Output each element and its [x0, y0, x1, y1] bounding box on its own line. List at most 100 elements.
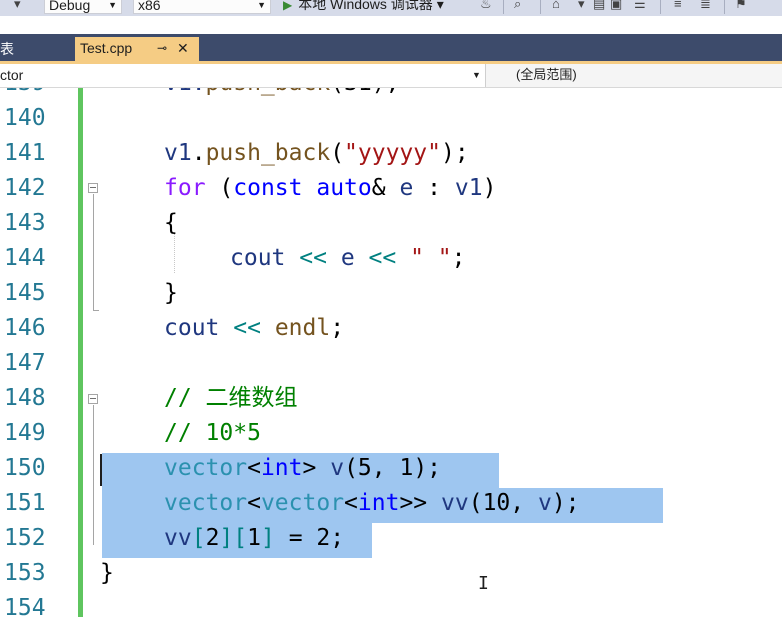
code-token: &	[371, 175, 400, 201]
hot-reload-icon[interactable]: ♨	[480, 0, 492, 11]
code-token: int	[260, 455, 303, 481]
line-number: 139	[4, 88, 52, 101]
toolbar-separator	[503, 0, 504, 14]
document-tab-strip: 表 Test.cpp ⊸ ✕	[0, 34, 782, 61]
line-number: 141	[4, 140, 46, 166]
code-line-142: for (const auto& e : v1)	[164, 171, 496, 206]
tab-label: Test.cpp	[80, 40, 133, 56]
mouse-cursor-ibeam: I	[478, 573, 489, 594]
code-line-141: v1.push_back("yyyyy");	[164, 136, 469, 171]
comment-out-icon[interactable]: ≡	[674, 0, 682, 11]
code-token: v	[330, 455, 345, 481]
toolbar-separator	[724, 0, 725, 14]
code-token: );	[372, 88, 400, 96]
code-token: (	[330, 140, 345, 166]
code-token: vector	[164, 490, 248, 516]
line-number: 154	[4, 595, 46, 617]
text-caret	[100, 454, 102, 486]
code-token: <<	[233, 315, 261, 341]
chevron-down-icon[interactable]: ▾	[578, 0, 585, 11]
tab-partial[interactable]: 表	[0, 37, 14, 61]
line-number: 146	[4, 315, 46, 341]
line-number: 153	[4, 560, 46, 586]
toolbar-separator	[660, 0, 661, 14]
code-token: (5, 1);	[344, 455, 442, 481]
code-token: vector	[260, 490, 345, 516]
collapse-icon[interactable]	[88, 183, 98, 193]
code-line-145: }	[164, 280, 178, 306]
code-token: ;	[451, 245, 466, 271]
platform-dropdown[interactable]: x86 ▼	[133, 0, 271, 14]
code-token: <	[344, 490, 358, 516]
member-dropdown[interactable]: (全局范围)	[516, 64, 577, 86]
code-token: >>	[399, 490, 428, 516]
scope-dropdown[interactable]: ctor ▼	[0, 64, 486, 87]
uncomment-icon[interactable]: ≣	[700, 0, 711, 11]
code-token: ;	[330, 315, 345, 341]
solution-config-value: Debug	[49, 0, 91, 13]
line-number: 149	[4, 420, 46, 446]
code-line-148: // 二维数组	[164, 385, 298, 411]
code-token: <<	[368, 245, 397, 271]
collapse-icon[interactable]	[88, 394, 98, 404]
pin-icon[interactable]: ⊸	[157, 37, 167, 60]
bookmark-icon[interactable]: ⚑	[735, 0, 747, 11]
scope-value: ctor	[0, 67, 24, 83]
code-editor[interactable]: 139 140 141 142 143 144 145 146 147 148 …	[0, 88, 782, 617]
chevron-down-icon[interactable]: ▾	[437, 0, 444, 12]
code-token: cout	[164, 315, 220, 341]
line-number: 150	[4, 455, 46, 481]
code-token: >	[302, 455, 317, 481]
code-token: 2	[205, 525, 220, 551]
save-all-icon[interactable]: ▣	[610, 0, 622, 11]
code-token: vv	[164, 525, 192, 551]
code-token: e	[399, 175, 414, 201]
code-line-152: vv[2][1] = 2;	[164, 521, 344, 556]
code-token: vector	[164, 455, 248, 481]
line-number: 151	[4, 490, 46, 516]
line-number: 147	[4, 350, 46, 376]
solution-config-dropdown[interactable]: Debug ▼	[44, 0, 122, 14]
toolbar: ▾ Debug ▼ x86 ▼ ▶ 本地 Windows 调试器 ▾ ♨ ⌕ ⌂ …	[0, 0, 782, 16]
tab-test-cpp[interactable]: Test.cpp ⊸ ✕	[75, 37, 199, 61]
code-token: " "	[410, 245, 452, 271]
close-icon[interactable]: ✕	[177, 37, 189, 60]
dropdown-arrow-icon[interactable]: ▾	[14, 0, 21, 11]
code-token: push_back	[206, 88, 331, 96]
code-token: (	[330, 88, 344, 96]
code-token: vv	[441, 490, 469, 516]
chevron-down-icon: ▼	[257, 0, 266, 10]
toolbar-separator	[540, 0, 541, 14]
code-token: <	[247, 490, 261, 516]
code-line-144: cout << e << " ";	[230, 241, 466, 276]
code-token: for	[164, 175, 206, 201]
outline-line	[93, 194, 94, 311]
code-token: <<	[299, 245, 327, 271]
home-icon[interactable]: ⌂	[552, 0, 560, 11]
outline-end	[93, 310, 99, 311]
start-debugging-button[interactable]: ▶ 本地 Windows 调试器 ▾	[283, 0, 444, 14]
code-token: v	[537, 490, 552, 516]
code-token: v1	[164, 140, 192, 166]
navigation-bar: ctor ▼ (全局范围)	[0, 64, 782, 88]
outdent-icon[interactable]: ☰	[634, 0, 646, 11]
search-window-icon[interactable]: ⌕	[514, 0, 521, 11]
platform-value: x86	[138, 0, 161, 13]
line-number: 140	[4, 105, 46, 131]
code-token: ][	[219, 525, 248, 551]
code-token: [	[191, 525, 206, 551]
code-token: cout	[230, 245, 286, 271]
code-token: push_back	[205, 140, 331, 166]
file-icon[interactable]: ▤	[593, 0, 605, 11]
code-token: const	[233, 175, 303, 201]
code-token: e	[340, 245, 355, 271]
start-debugging-label: 本地 Windows 调试器	[298, 0, 433, 12]
line-number: 142	[4, 175, 46, 201]
